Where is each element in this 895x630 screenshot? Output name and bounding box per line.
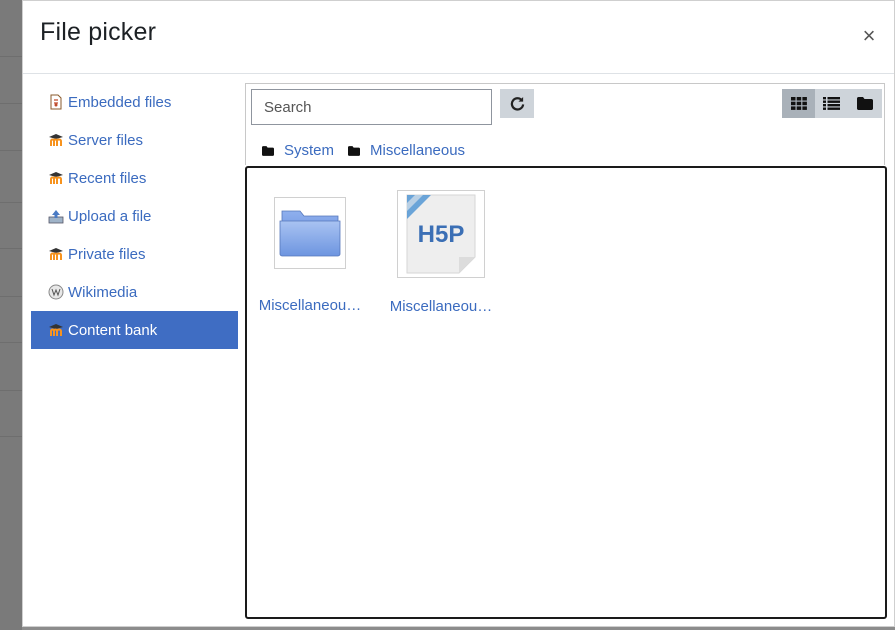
page-backdrop (0, 0, 22, 630)
repo-label: Server files (68, 131, 144, 149)
folder-icon (279, 210, 341, 257)
repo-item-embedded-files[interactable]: Embedded files (31, 83, 238, 121)
file-name: Miscellaneou… (258, 297, 362, 314)
breadcrumb-label: Miscellaneous (370, 142, 466, 159)
h5p-file-icon: H5P (406, 194, 476, 274)
folder-icon (856, 97, 873, 110)
file-picker-dialog: File picker × Embedded files Server file… (22, 0, 895, 627)
folder-icon (262, 145, 274, 156)
file-browser: System Miscellaneous (245, 83, 887, 619)
repo-item-server-files[interactable]: Server files (31, 121, 238, 159)
files-panel: Miscellaneou… H5P Miscellaneou… (245, 166, 887, 619)
refresh-button[interactable] (500, 89, 534, 118)
search-input[interactable] (251, 89, 492, 125)
repo-label: Wikimedia (68, 283, 138, 301)
repo-item-content-bank[interactable]: Content bank (31, 311, 238, 349)
view-tree-button[interactable] (848, 89, 881, 118)
repo-label: Recent files (68, 169, 147, 187)
upload-icon (48, 208, 64, 224)
folder-icon (348, 145, 361, 156)
file-item-h5p[interactable]: H5P Miscellaneou… (386, 190, 496, 315)
moodle-icon (48, 170, 64, 186)
grid-icon (790, 97, 807, 110)
h5p-badge-text: H5P (418, 221, 465, 248)
breadcrumb: System Miscellaneous (262, 142, 479, 159)
repo-item-upload-a-file[interactable]: Upload a file (31, 197, 238, 235)
file-name: Miscellaneou… (389, 298, 493, 315)
breadcrumb-item-system[interactable]: System (262, 142, 334, 159)
breadcrumb-item-miscellaneous[interactable]: Miscellaneous (348, 142, 465, 159)
breadcrumb-label: System (284, 142, 335, 159)
dialog-header: File picker × (23, 1, 894, 74)
moodle-icon (48, 322, 64, 338)
view-list-button[interactable] (815, 89, 848, 118)
dialog-title: File picker (40, 18, 157, 46)
file-toolbar: System Miscellaneous (245, 83, 885, 165)
moodle-icon (48, 246, 64, 262)
list-icon (823, 97, 840, 110)
repo-item-wikimedia[interactable]: Wikimedia (31, 273, 238, 311)
repo-label: Content bank (68, 321, 158, 339)
repo-item-private-files[interactable]: Private files (31, 235, 238, 273)
repo-item-recent-files[interactable]: Recent files (31, 159, 238, 197)
folder-thumbnail (274, 197, 346, 269)
wikimedia-icon (48, 284, 64, 300)
moodle-icon (48, 132, 64, 148)
repo-label: Embedded files (68, 93, 172, 111)
embedded-files-icon (48, 94, 64, 110)
refresh-icon (510, 96, 524, 111)
view-mode-switcher (782, 89, 882, 118)
close-button[interactable]: × (860, 25, 878, 47)
file-item-folder[interactable]: Miscellaneou… (255, 197, 365, 314)
repo-label: Upload a file (68, 207, 152, 225)
view-icons-button[interactable] (782, 89, 815, 118)
repository-list: Embedded files Server files Recent files… (31, 83, 238, 349)
repo-label: Private files (68, 245, 146, 263)
h5p-thumbnail: H5P (397, 190, 485, 278)
